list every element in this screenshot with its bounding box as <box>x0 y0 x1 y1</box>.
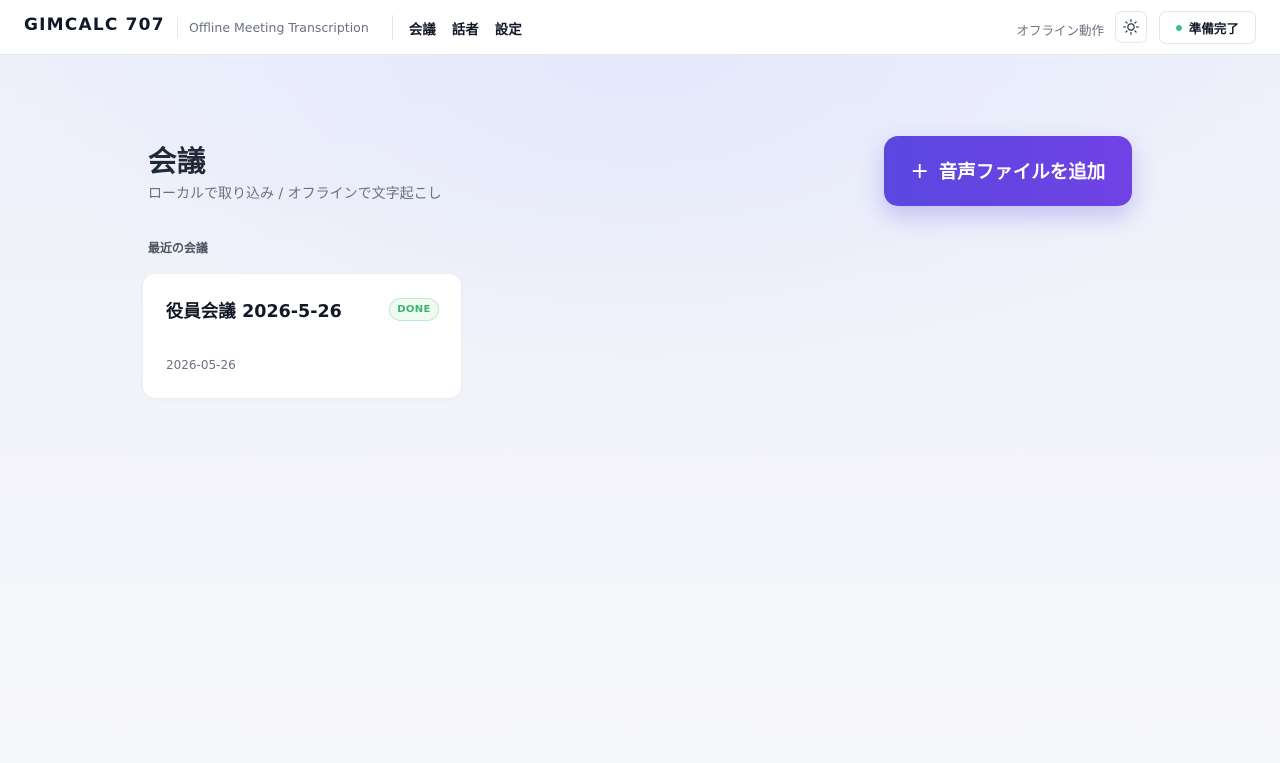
nav-item-settings[interactable]: 設定 <box>495 18 522 38</box>
main-nav: 会議 話者 設定 <box>409 18 522 38</box>
plus-icon: + <box>910 158 929 184</box>
meeting-card[interactable]: 役員会議 2026-5-26 DONE 2026-05-26 <box>142 273 462 399</box>
offline-mode-label: オフライン動作 <box>1016 23 1104 38</box>
page-subtitle: ローカルで取り込み / オフラインで文字起こし <box>148 186 442 202</box>
nav-item-meetings[interactable]: 会議 <box>409 18 436 38</box>
nav-divider <box>392 15 393 40</box>
ready-status-button[interactable]: 準備完了 <box>1159 11 1256 44</box>
recent-meetings-heading: 最近の会議 <box>148 241 209 255</box>
brand-divider <box>177 17 178 38</box>
meeting-date: 2026-05-26 <box>166 358 236 372</box>
top-bar: GIMCALC 707 Offline Meeting Transcriptio… <box>0 0 1280 55</box>
nav-item-speakers[interactable]: 話者 <box>452 18 479 38</box>
page-title: 会議 <box>148 144 207 178</box>
app-subtitle: Offline Meeting Transcription <box>189 20 369 35</box>
status-badge: DONE <box>389 298 439 321</box>
meeting-title: 役員会議 2026-5-26 <box>166 302 342 322</box>
app-brand[interactable]: GIMCALC 707 <box>24 15 165 35</box>
add-audio-file-button[interactable]: + 音声ファイルを追加 <box>884 136 1132 206</box>
status-dot <box>1175 24 1182 31</box>
status-label: 準備完了 <box>1188 21 1239 36</box>
add-audio-file-label: 音声ファイルを追加 <box>938 162 1106 183</box>
theme-toggle-button[interactable] <box>1115 11 1147 43</box>
sun-icon <box>1123 19 1139 35</box>
